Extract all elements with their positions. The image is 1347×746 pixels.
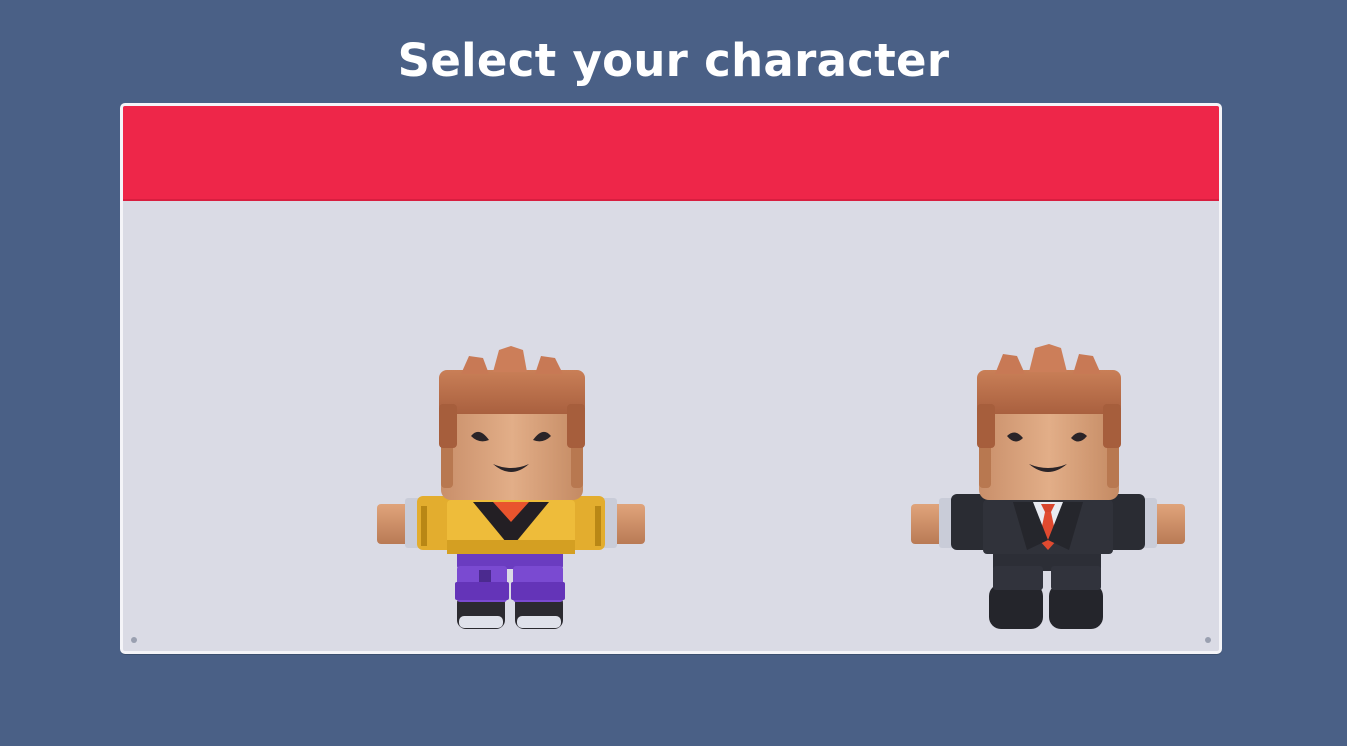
casual-character-icon bbox=[377, 346, 645, 629]
corner-dot-left bbox=[131, 637, 137, 643]
screen-title: Select your character bbox=[397, 34, 950, 87]
suit-character-icon bbox=[911, 344, 1185, 629]
character-select-panel bbox=[120, 103, 1222, 654]
panel-header bbox=[123, 106, 1219, 201]
character-option-casual[interactable] bbox=[375, 344, 647, 636]
corner-dot-right bbox=[1205, 637, 1211, 643]
character-option-suit[interactable] bbox=[909, 344, 1189, 636]
